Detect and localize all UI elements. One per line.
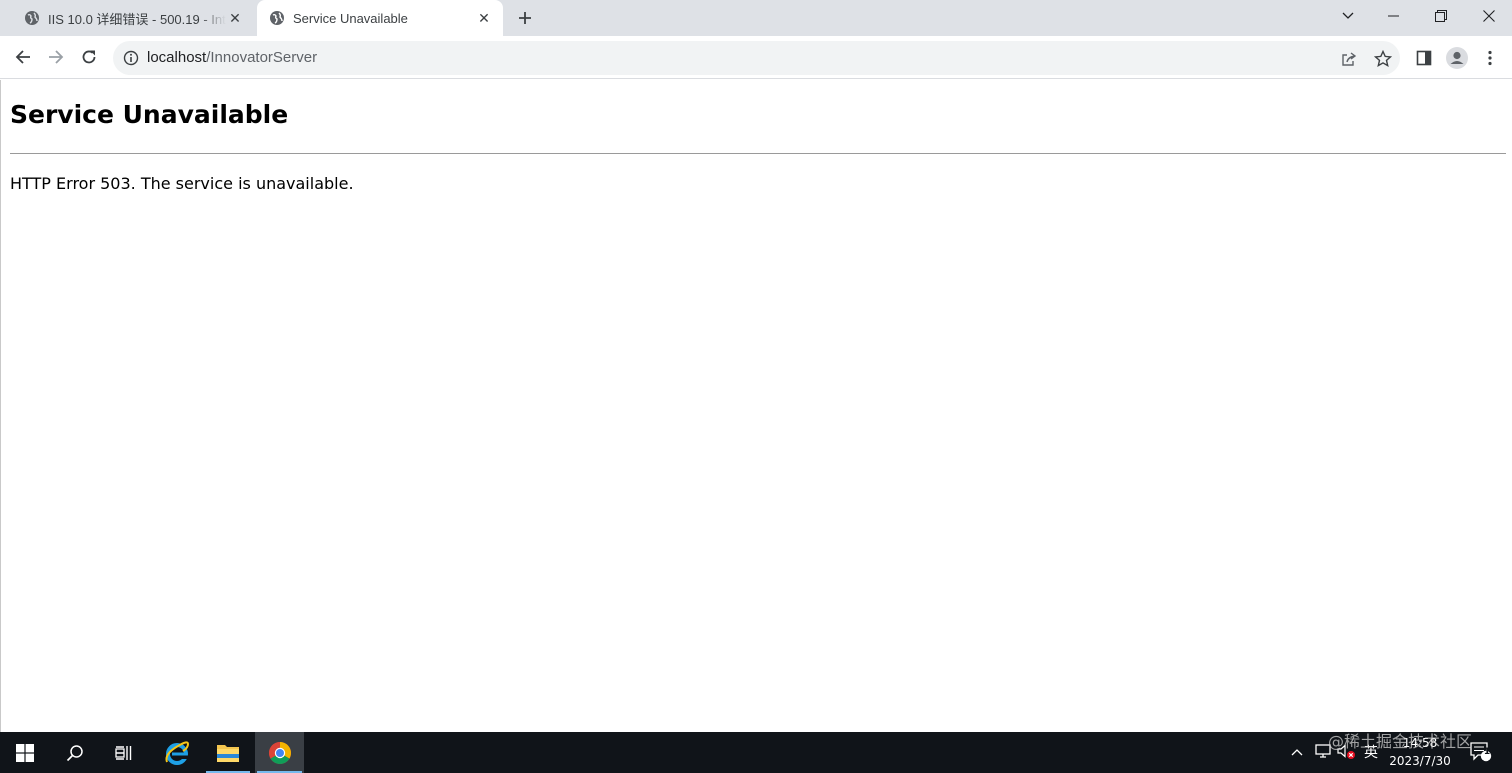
- windows-taskbar: 英 14:58 2023/7/30 1: [0, 732, 1512, 773]
- url-text[interactable]: localhost/InnovatorServer: [147, 49, 317, 66]
- chevron-up-icon: [1291, 749, 1303, 756]
- task-view-icon: [115, 745, 132, 760]
- tab-service-unavailable[interactable]: Service Unavailable ✕: [257, 0, 503, 36]
- minimize-icon: [1388, 15, 1399, 17]
- arrow-right-icon: [49, 50, 64, 64]
- forward-button[interactable]: [42, 43, 70, 71]
- menu-button[interactable]: [1477, 45, 1503, 71]
- new-tab-button[interactable]: [513, 6, 537, 30]
- restore-button[interactable]: [1418, 0, 1464, 32]
- reload-button[interactable]: [75, 43, 103, 71]
- chrome-icon: [268, 741, 291, 764]
- globe-icon: [270, 11, 284, 25]
- info-icon[interactable]: [123, 50, 139, 66]
- plus-icon: [519, 12, 531, 24]
- kebab-menu-icon: [1488, 50, 1492, 66]
- tab-iis-error[interactable]: IIS 10.0 详细错误 - 500.19 - Internal Server…: [2, 0, 254, 36]
- start-button[interactable]: [0, 732, 50, 773]
- search-button[interactable]: [51, 732, 99, 773]
- watermark: @稀土掘金技术社区: [1328, 732, 1473, 751]
- error-message: HTTP Error 503. The service is unavailab…: [10, 174, 354, 193]
- browser-toolbar: localhost/InnovatorServer: [0, 36, 1512, 79]
- chrome-button[interactable]: [255, 732, 304, 773]
- url-path: /InnovatorServer: [206, 49, 318, 66]
- share-button[interactable]: [1338, 48, 1360, 70]
- internet-explorer-icon: [165, 740, 190, 765]
- search-icon: [66, 744, 83, 761]
- close-window-button[interactable]: [1466, 0, 1512, 32]
- side-panel-icon: [1416, 50, 1432, 66]
- restore-icon: [1435, 10, 1447, 22]
- minimize-button[interactable]: [1371, 0, 1417, 32]
- tab-strip: IIS 10.0 详细错误 - 500.19 - Internal Server…: [0, 0, 1512, 36]
- reload-icon: [82, 50, 96, 64]
- windows-start-icon: [16, 743, 34, 762]
- back-button[interactable]: [9, 43, 37, 71]
- profile-button[interactable]: [1444, 45, 1470, 71]
- tab-title: Service Unavailable: [293, 10, 408, 26]
- show-hidden-icons-button[interactable]: [1288, 742, 1306, 762]
- page-title: Service Unavailable: [10, 100, 289, 129]
- url-host: localhost: [147, 49, 207, 66]
- action-center-button[interactable]: 1: [1469, 742, 1493, 762]
- clock-date: 2023/7/30: [1389, 754, 1451, 768]
- task-view-button[interactable]: [100, 732, 148, 773]
- close-tab-icon[interactable]: ✕: [475, 9, 493, 27]
- tab-title: IIS 10.0 详细错误 - 500.19 - Internal Server…: [48, 11, 226, 27]
- share-icon: [1342, 52, 1357, 66]
- file-explorer-button[interactable]: [204, 732, 252, 773]
- page-content: Service Unavailable HTTP Error 503. The …: [0, 80, 1512, 732]
- close-tab-icon[interactable]: ✕: [226, 9, 244, 27]
- bookmark-button[interactable]: [1372, 48, 1394, 70]
- chevron-down-icon: [1342, 12, 1354, 19]
- address-bar[interactable]: localhost/InnovatorServer: [113, 41, 1400, 75]
- internet-explorer-button[interactable]: [153, 732, 201, 773]
- tab-search-button[interactable]: [1325, 0, 1371, 32]
- avatar-icon: [1446, 47, 1468, 69]
- arrow-left-icon: [15, 50, 30, 64]
- divider: [10, 153, 1506, 154]
- file-explorer-icon: [217, 744, 239, 762]
- side-panel-button[interactable]: [1411, 45, 1437, 71]
- star-icon: [1374, 50, 1392, 68]
- close-icon: [1483, 10, 1495, 22]
- globe-icon: [25, 11, 39, 25]
- notification-count: 1: [1483, 747, 1491, 757]
